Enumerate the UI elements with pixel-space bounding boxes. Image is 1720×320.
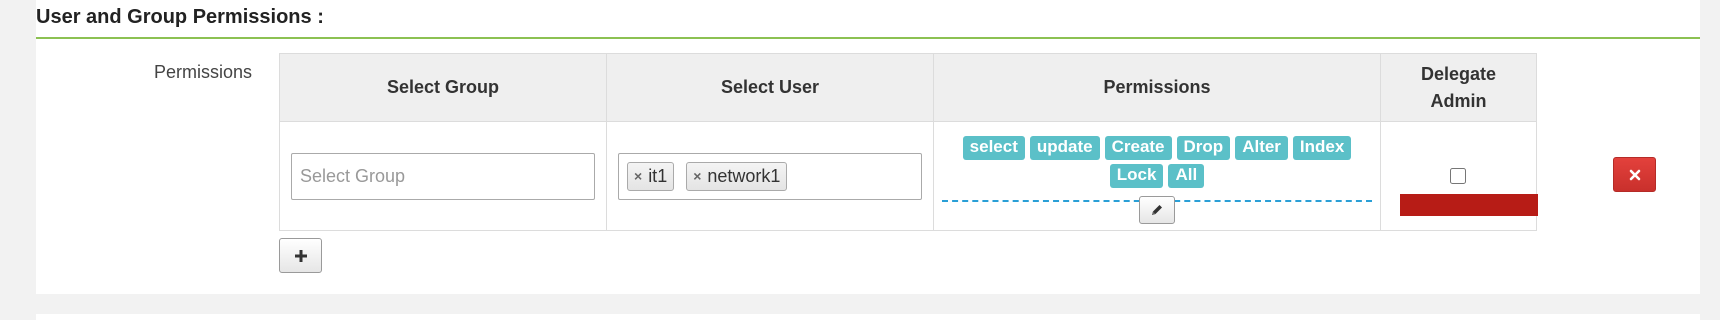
error-bar [1400,194,1538,216]
select-group-input[interactable] [291,152,595,200]
permission-tag-update: update [1029,136,1100,160]
delete-row-button[interactable] [1613,157,1656,192]
close-icon [1629,169,1640,180]
permission-tag-drop: Drop [1176,136,1231,160]
plus-icon [294,249,307,262]
user-chip-it1: × it1 [627,161,675,191]
permission-tag-create: Create [1104,136,1172,160]
header-delegate-admin-label: Delegate Admin [1420,63,1497,111]
add-row-button[interactable] [279,238,322,273]
table-row: × it1 × network1 select update Create Dr… [279,121,1538,231]
permission-tag-all: All [1168,164,1205,188]
permission-tags: select update Create Drop Alter Index Lo… [934,136,1380,188]
header-permissions: Permissions [933,53,1381,122]
header-delegate-admin: Delegate Admin [1380,53,1537,122]
remove-chip-icon[interactable]: × [693,168,701,184]
permission-tag-alter: Alter [1235,136,1288,160]
user-chip-label: network1 [707,165,781,186]
remove-chip-icon[interactable]: × [634,168,642,184]
delegate-admin-checkbox[interactable] [1450,168,1466,184]
permission-tag-index: Index [1292,136,1352,160]
user-chip-label: it1 [648,165,668,186]
table-header-row: Select Group Select User Permissions Del… [279,53,1537,122]
select-user-input[interactable]: × it1 × network1 [618,152,922,200]
header-select-user: Select User [606,53,934,122]
pencil-icon [1152,205,1162,215]
delegate-admin-cell [1380,121,1538,231]
section-title: User and Group Permissions : [36,6,324,28]
permissions-table: Select Group Select User Permissions Del… [279,53,1538,231]
permission-tag-lock: Lock [1109,164,1164,188]
next-panel [36,314,1700,320]
header-select-group: Select Group [279,53,607,122]
permissions-cell[interactable]: select update Create Drop Alter Index Lo… [933,121,1381,231]
user-chip-network1: × network1 [686,161,788,191]
group-cell [279,121,607,231]
user-cell: × it1 × network1 [606,121,934,231]
section-divider [36,37,1700,39]
edit-permissions-button[interactable] [1139,196,1175,224]
permission-tag-select: select [962,136,1025,160]
permissions-row-label: Permissions [153,62,252,82]
